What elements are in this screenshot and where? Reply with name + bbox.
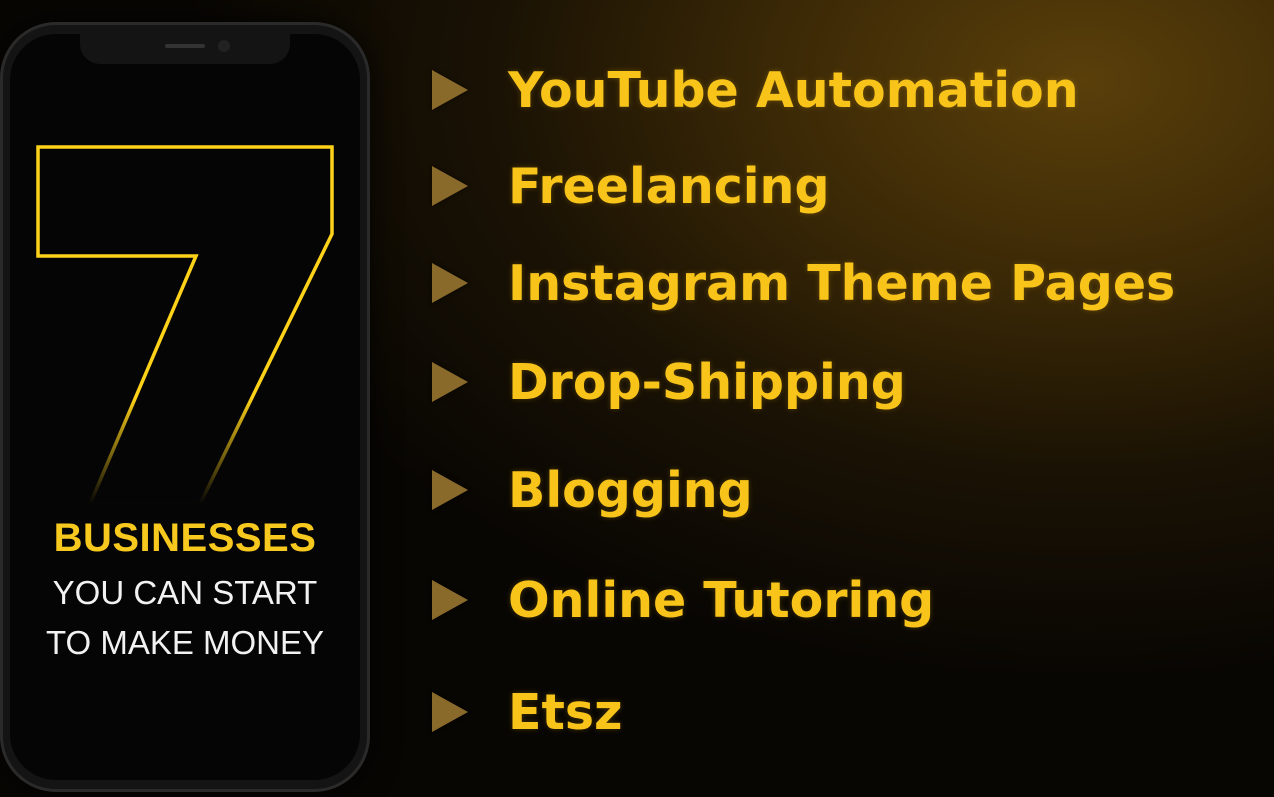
list-item-label: YouTube Automation [508,61,1079,119]
list-item-label: Instagram Theme Pages [508,254,1176,312]
list-item-label: Drop-Shipping [508,353,906,411]
list-item: Blogging [432,450,753,530]
phone-mockup: BUSINESSES YOU CAN START TO MAKE MONEY [0,22,370,792]
list-item: Drop-Shipping [432,342,906,422]
phone-subtitle-line2: TO MAKE MONEY [45,624,325,661]
phone-subtitle-line1: YOU CAN START [52,574,318,611]
play-triangle-icon [432,580,468,620]
play-triangle-icon [432,166,468,206]
list-item-label: Etsz [508,683,623,741]
phone-screen: BUSINESSES YOU CAN START TO MAKE MONEY [10,34,360,780]
list-item: YouTube Automation [432,50,1079,130]
list-item: Freelancing [432,146,830,226]
play-triangle-icon [432,362,468,402]
phone-title: BUSINESSES [53,516,317,560]
list-item: Etsz [432,672,623,752]
play-triangle-icon [432,692,468,732]
list-item: Online Tutoring [432,560,934,640]
play-triangle-icon [432,470,468,510]
play-triangle-icon [432,70,468,110]
list-item-label: Freelancing [508,157,830,215]
business-list: YouTube Automation Freelancing Instagram… [432,0,1274,797]
list-item: Instagram Theme Pages [432,243,1175,323]
number-seven-outline [36,145,334,506]
list-item-label: Blogging [508,461,753,519]
list-item-label: Online Tutoring [508,571,935,629]
play-triangle-icon [432,263,468,303]
